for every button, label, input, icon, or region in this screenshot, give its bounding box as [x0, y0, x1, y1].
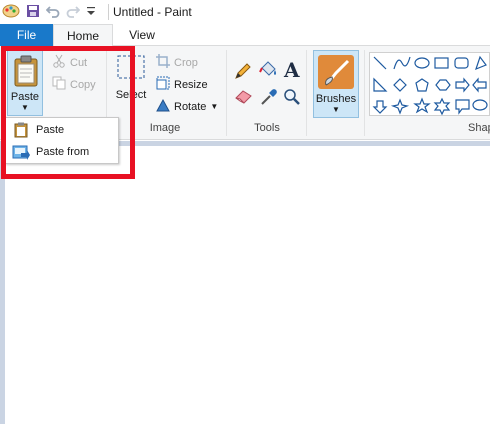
rotate-dropdown-arrow-icon: ▼: [210, 102, 219, 111]
brushes-button[interactable]: Brushes ▼: [313, 50, 359, 118]
rotate-button[interactable]: Rotate ▼: [156, 98, 218, 115]
group-separator: [226, 50, 227, 136]
crop-label: Crop: [174, 56, 198, 69]
highlight-box: [1, 46, 135, 179]
pencil-icon[interactable]: [234, 62, 252, 83]
eraser-icon[interactable]: [234, 88, 254, 107]
resize-label: Resize: [174, 78, 208, 91]
title-bar: Untitled - Paint: [0, 0, 490, 24]
save-icon[interactable]: [26, 4, 40, 21]
paint-app-icon[interactable]: [2, 3, 20, 22]
crop-icon: [156, 54, 170, 71]
resize-icon: [156, 76, 170, 93]
workspace-area: [0, 141, 490, 424]
rotate-icon: [156, 98, 170, 115]
fill-bucket-icon[interactable]: [258, 60, 278, 83]
customize-toolbar-icon[interactable]: [86, 5, 96, 20]
group-separator: [364, 50, 365, 136]
tab-home[interactable]: Home: [53, 24, 113, 47]
brushes-label: Brushes: [315, 93, 357, 105]
shapes-group-label: Shap: [468, 122, 490, 134]
magnifier-icon[interactable]: [283, 88, 301, 109]
shapes-gallery[interactable]: [369, 52, 490, 116]
tab-file[interactable]: File: [0, 24, 53, 46]
window-title: Untitled - Paint: [113, 5, 192, 19]
redo-icon[interactable]: [66, 4, 81, 21]
crop-button[interactable]: Crop: [156, 54, 198, 71]
undo-icon[interactable]: [45, 4, 60, 21]
ribbon-tab-strip: File Home View: [0, 24, 490, 47]
rotate-label: Rotate: [174, 100, 207, 113]
group-separator: [306, 50, 307, 136]
quick-access-toolbar: [0, 3, 113, 22]
resize-button[interactable]: Resize: [156, 76, 208, 93]
brush-icon: [318, 55, 354, 92]
tab-view[interactable]: View: [118, 24, 166, 46]
image-group-label: Image: [149, 122, 181, 134]
title-separator: [108, 4, 109, 20]
brushes-dropdown-arrow-icon: ▼: [332, 105, 340, 114]
text-tool-icon[interactable]: A: [284, 58, 300, 82]
drawing-canvas[interactable]: [5, 146, 490, 424]
tools-group-label: Tools: [254, 122, 280, 134]
shapes-grid-icon: [372, 55, 488, 116]
color-picker-icon[interactable]: [260, 88, 278, 109]
